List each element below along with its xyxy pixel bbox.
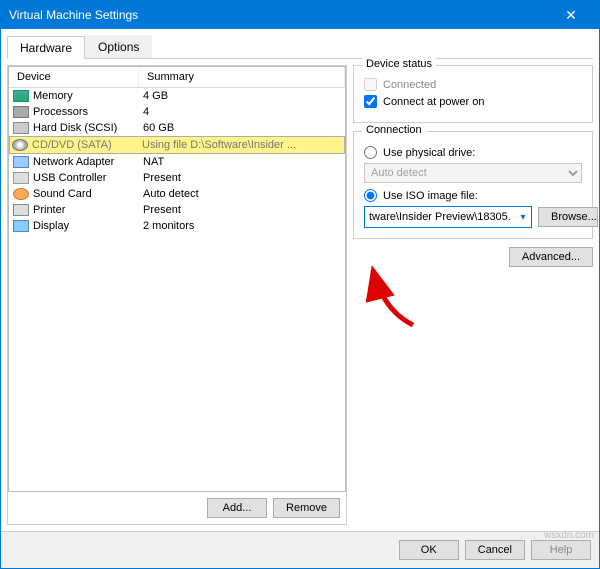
- tab-options[interactable]: Options: [85, 35, 152, 58]
- device-name: USB Controller: [33, 172, 106, 184]
- use-physical-label: Use physical drive:: [383, 147, 475, 159]
- device-summary: 4: [143, 106, 341, 118]
- table-row[interactable]: USB Controller Present: [9, 170, 345, 186]
- hdd-icon: [13, 122, 29, 134]
- device-table: Device Summary Memory 4 GB Processors 4 …: [8, 66, 346, 492]
- device-summary: 4 GB: [143, 90, 341, 102]
- device-name: Sound Card: [33, 188, 92, 200]
- connect-poweron-checkbox[interactable]: [364, 95, 377, 108]
- window-title: Virtual Machine Settings: [9, 8, 551, 22]
- table-row[interactable]: Printer Present: [9, 202, 345, 218]
- browse-button[interactable]: Browse...: [538, 207, 598, 227]
- device-name: Hard Disk (SCSI): [33, 122, 117, 134]
- dialog-buttons: OK Cancel Help: [1, 531, 599, 568]
- connected-checkbox: [364, 78, 377, 91]
- network-icon: [13, 156, 29, 168]
- device-panel: Device Summary Memory 4 GB Processors 4 …: [7, 65, 347, 525]
- iso-path-input[interactable]: [365, 211, 515, 223]
- device-status-group: Device status Connected Connect at power…: [353, 65, 593, 123]
- tabs: Hardware Options: [7, 35, 593, 59]
- annotation-arrow-icon: [343, 255, 423, 335]
- device-name: Network Adapter: [33, 156, 114, 168]
- connect-poweron-label: Connect at power on: [383, 96, 485, 108]
- device-summary: Present: [143, 204, 341, 216]
- connection-group: Connection Use physical drive: Auto dete…: [353, 131, 593, 239]
- device-name: Display: [33, 220, 69, 232]
- table-row[interactable]: Memory 4 GB: [9, 88, 345, 104]
- sound-icon: [13, 188, 29, 200]
- device-summary: NAT: [143, 156, 341, 168]
- cd-icon: [12, 139, 28, 151]
- tab-hardware[interactable]: Hardware: [7, 36, 85, 59]
- use-physical-row[interactable]: Use physical drive:: [364, 146, 582, 159]
- printer-icon: [13, 204, 29, 216]
- use-iso-radio[interactable]: [364, 189, 377, 202]
- use-iso-label: Use ISO image file:: [383, 190, 478, 202]
- display-icon: [13, 220, 29, 232]
- cancel-button[interactable]: Cancel: [465, 540, 525, 560]
- device-summary: 2 monitors: [143, 220, 341, 232]
- device-summary: Present: [143, 172, 341, 184]
- help-button[interactable]: Help: [531, 540, 591, 560]
- use-iso-row[interactable]: Use ISO image file:: [364, 189, 582, 202]
- device-name: Printer: [33, 204, 65, 216]
- cpu-icon: [13, 106, 29, 118]
- col-device[interactable]: Device: [9, 67, 139, 87]
- device-summary: Using file D:\Software\Insider ...: [142, 139, 342, 151]
- device-name: Processors: [33, 106, 88, 118]
- table-row[interactable]: Processors 4: [9, 104, 345, 120]
- titlebar: Virtual Machine Settings ✕: [1, 1, 599, 29]
- iso-path-combo[interactable]: ▾: [364, 206, 532, 228]
- device-name: Memory: [33, 90, 73, 102]
- connected-label: Connected: [383, 79, 436, 91]
- device-summary: Auto detect: [143, 188, 341, 200]
- advanced-button[interactable]: Advanced...: [509, 247, 593, 267]
- table-row[interactable]: Network Adapter NAT: [9, 154, 345, 170]
- chevron-down-icon[interactable]: ▾: [515, 212, 531, 223]
- table-row[interactable]: Sound Card Auto detect: [9, 186, 345, 202]
- col-summary[interactable]: Summary: [139, 67, 345, 87]
- device-summary: 60 GB: [143, 122, 341, 134]
- close-icon[interactable]: ✕: [551, 7, 591, 24]
- device-status-legend: Device status: [362, 58, 436, 70]
- device-name: CD/DVD (SATA): [32, 139, 112, 151]
- connected-checkbox-row: Connected: [364, 78, 582, 91]
- table-row[interactable]: CD/DVD (SATA) Using file D:\Software\Ins…: [9, 136, 345, 154]
- add-button[interactable]: Add...: [207, 498, 267, 518]
- connect-poweron-row[interactable]: Connect at power on: [364, 95, 582, 108]
- memory-icon: [13, 90, 29, 102]
- usb-icon: [13, 172, 29, 184]
- watermark: wsxdn.com: [544, 530, 594, 541]
- remove-button[interactable]: Remove: [273, 498, 340, 518]
- physical-drive-select: Auto detect: [364, 163, 582, 183]
- table-row[interactable]: Hard Disk (SCSI) 60 GB: [9, 120, 345, 136]
- ok-button[interactable]: OK: [399, 540, 459, 560]
- connection-legend: Connection: [362, 124, 426, 136]
- use-physical-radio[interactable]: [364, 146, 377, 159]
- table-row[interactable]: Display 2 monitors: [9, 218, 345, 234]
